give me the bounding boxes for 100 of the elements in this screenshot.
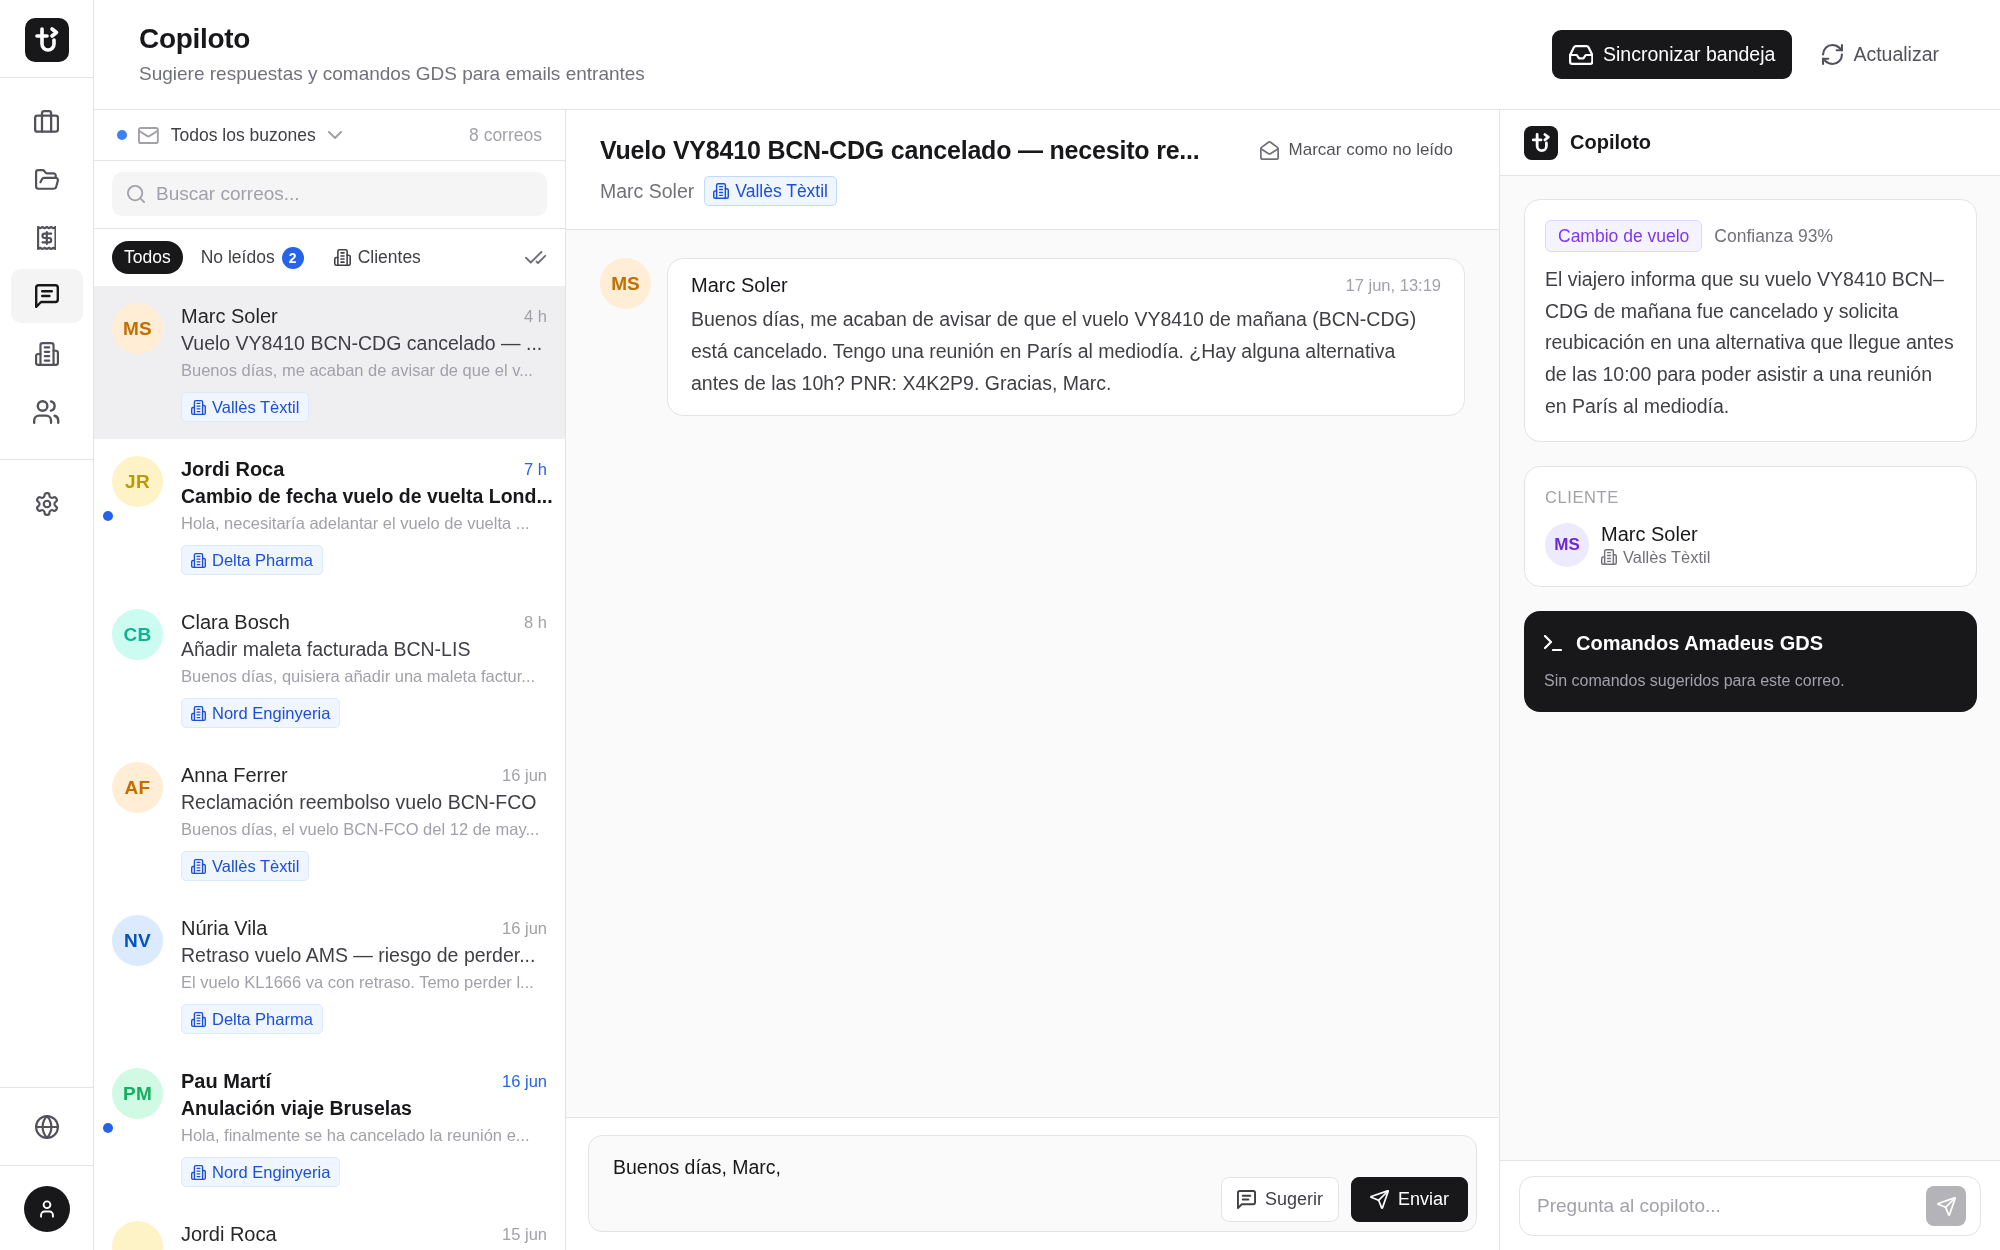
sender-name: Jordi Roca [181, 1222, 277, 1247]
chat-icon [1236, 1190, 1256, 1209]
company-name: Vallès Tèxtil [1623, 546, 1711, 568]
building-icon [713, 183, 730, 199]
globe-icon [34, 1115, 59, 1139]
email-time: 7 h [524, 459, 547, 479]
message-time: 17 jun, 13:19 [1345, 275, 1441, 295]
email-preview: Buenos días, quisiera añadir una maleta factur... [181, 666, 536, 687]
client-name: Nord Enginyeria [212, 1162, 331, 1182]
mail-open-icon [1259, 140, 1279, 160]
email-subject: Cambio de fecha vuelo de vuelta Lond... [181, 484, 553, 509]
message-body: Buenos días, me acaban de avisar de que el vuelo VY8410 de mañana (BCN-CDG) está cancelado. Tengo una reunión en París al mediodía. ¿Hay alguna alternativa antes de las 10h? PNR: X4K2P9. Gracias, Marc. [691, 307, 1418, 396]
category-tag: Cambio de vuelo [1545, 220, 1703, 252]
email-subject-title: Vuelo VY8410 BCN-CDG cancelado — necesito re... [600, 135, 1200, 166]
avatar: MS [1545, 522, 1589, 567]
unread-count-badge: 2 [281, 246, 304, 269]
building-icon [1601, 548, 1617, 565]
email-preview: Hola, finalmente se ha cancelado la reunión e... [181, 1125, 530, 1146]
client-name: Vallès Tèxtil [735, 180, 828, 202]
email-item[interactable]: MS Marc Soler 4 h Vuelo VY8410 BCN-CDG cancelado — ... Buenos días, me acaban de avisar de que el v... Vallès Tèxtil [94, 286, 565, 439]
email-subject: Retraso vuelo AMS — riesgo de perder... [181, 943, 536, 968]
building-icon [333, 249, 351, 266]
sender-name: Marc Soler [181, 304, 278, 329]
email-preview: Hola, necesitaría adelantar el vuelo de vuelta ... [181, 513, 530, 534]
terminal-icon [1544, 634, 1562, 651]
suggest-button[interactable]: Sugerir [1220, 1177, 1339, 1222]
sync-button[interactable]: Sincronizar bandeja [1551, 30, 1793, 79]
email-subject: Reclamación reembolso vuelo BCN-FCO [181, 790, 537, 815]
briefcase-icon [33, 110, 60, 134]
settings-icon [34, 492, 59, 516]
refresh-button[interactable]: Actualizar [1822, 30, 1939, 79]
email-preview: Buenos días, el vuelo BCN-FCO del 12 de may... [181, 819, 540, 840]
avatar: CB [112, 609, 163, 660]
sender-name: Jordi Roca [181, 457, 285, 482]
paper-plane-icon [1369, 1190, 1389, 1209]
client-name: Nord Enginyeria [212, 703, 331, 723]
section-label: CLIENTE [1545, 486, 1620, 507]
mailbox-dropdown[interactable]: Todos los buzones [138, 124, 342, 146]
email-time: 16 jun [502, 1071, 547, 1091]
sender-name: Marc Soler [600, 179, 695, 203]
receipt-icon [36, 226, 57, 250]
status-dot-icon [117, 130, 127, 140]
mark-unread-button[interactable]: Marcar como no leído [1259, 140, 1453, 160]
avatar: PM [112, 1068, 163, 1119]
email-preview: Buenos días, me acaban de avisar de que el v... [181, 360, 533, 381]
page-subtitle: Sugiere respuestas y comandos GDS para emails entrantes [139, 62, 645, 86]
email-preview: El vuelo KL1666 va con retraso. Temo perder l... [181, 972, 534, 993]
sender-name: Núria Vila [181, 916, 268, 941]
caret-icon [327, 131, 342, 139]
building-icon [191, 858, 206, 874]
building-icon [191, 705, 206, 721]
email-count: 8 correos [469, 124, 542, 146]
email-time: 4 h [524, 306, 547, 326]
avatar: NV [112, 915, 163, 966]
page-title: Copiloto [139, 22, 252, 56]
filter-tab[interactable]: Clientes [321, 241, 433, 274]
unread-dot-icon [103, 511, 113, 521]
client-name: Vallès Tèxtil [212, 397, 300, 417]
filter-tab[interactable]: Todos [112, 241, 183, 274]
user-avatar-icon[interactable] [23, 1186, 70, 1232]
sender-name: Marc Soler [691, 273, 788, 297]
contact-name: Marc Soler [1601, 521, 1699, 546]
sender-name: Pau Martí [181, 1069, 272, 1094]
building-icon [191, 1164, 206, 1180]
avatar: MS [112, 303, 163, 354]
mail-icon [138, 126, 159, 144]
avatar: JR [112, 456, 163, 507]
double-check-icon [525, 251, 547, 264]
logo-icon[interactable] [24, 18, 69, 62]
client-name: Delta Pharma [212, 550, 313, 570]
building-icon [191, 552, 206, 568]
refresh-icon [1822, 44, 1844, 65]
users-icon [33, 400, 60, 424]
email-time: 8 h [524, 612, 547, 632]
building-icon [191, 399, 206, 415]
email-subject: Vuelo VY8410 BCN-CDG cancelado — ... [181, 331, 543, 356]
building-icon [34, 342, 59, 366]
inbox-icon [1568, 44, 1593, 65]
email-time: 15 jun [502, 1224, 547, 1244]
sender-name: Anna Ferrer [181, 763, 288, 788]
search-icon [127, 185, 145, 203]
client-name: Delta Pharma [212, 1009, 313, 1029]
nav-button[interactable] [10, 269, 83, 323]
summary-text: El viajero informa que su vuelo VY8410 BCN–CDG de mañana fue cancelado y solicita reubicación en una alternativa que llegue antes de las 10:00 para poder asistir a una reunión en París al mediodía. [1545, 267, 1955, 419]
ask-field[interactable]: Pregunta al copiloto... [1519, 1176, 1981, 1236]
folder-icon [34, 168, 59, 192]
confidence-text: Confianza 93% [1714, 225, 1834, 247]
unread-dot-icon [103, 1123, 113, 1133]
gds-empty-text: Sin comandos sugeridos para este correo. [1544, 670, 1846, 691]
filter-tab[interactable]: No leídos 2 [188, 241, 316, 274]
paper-plane-icon [1936, 1196, 1956, 1216]
email-time: 16 jun [502, 918, 547, 938]
sender-name: Clara Bosch [181, 610, 290, 635]
panel-title: Copiloto [1570, 131, 1652, 154]
client-name: Vallès Tèxtil [212, 856, 300, 876]
send-button[interactable]: Enviar [1350, 1177, 1468, 1222]
avatar: AF [112, 762, 163, 813]
search-field[interactable]: Buscar correos... [112, 172, 547, 216]
chat-icon [34, 284, 59, 308]
logo-icon [1524, 125, 1558, 160]
